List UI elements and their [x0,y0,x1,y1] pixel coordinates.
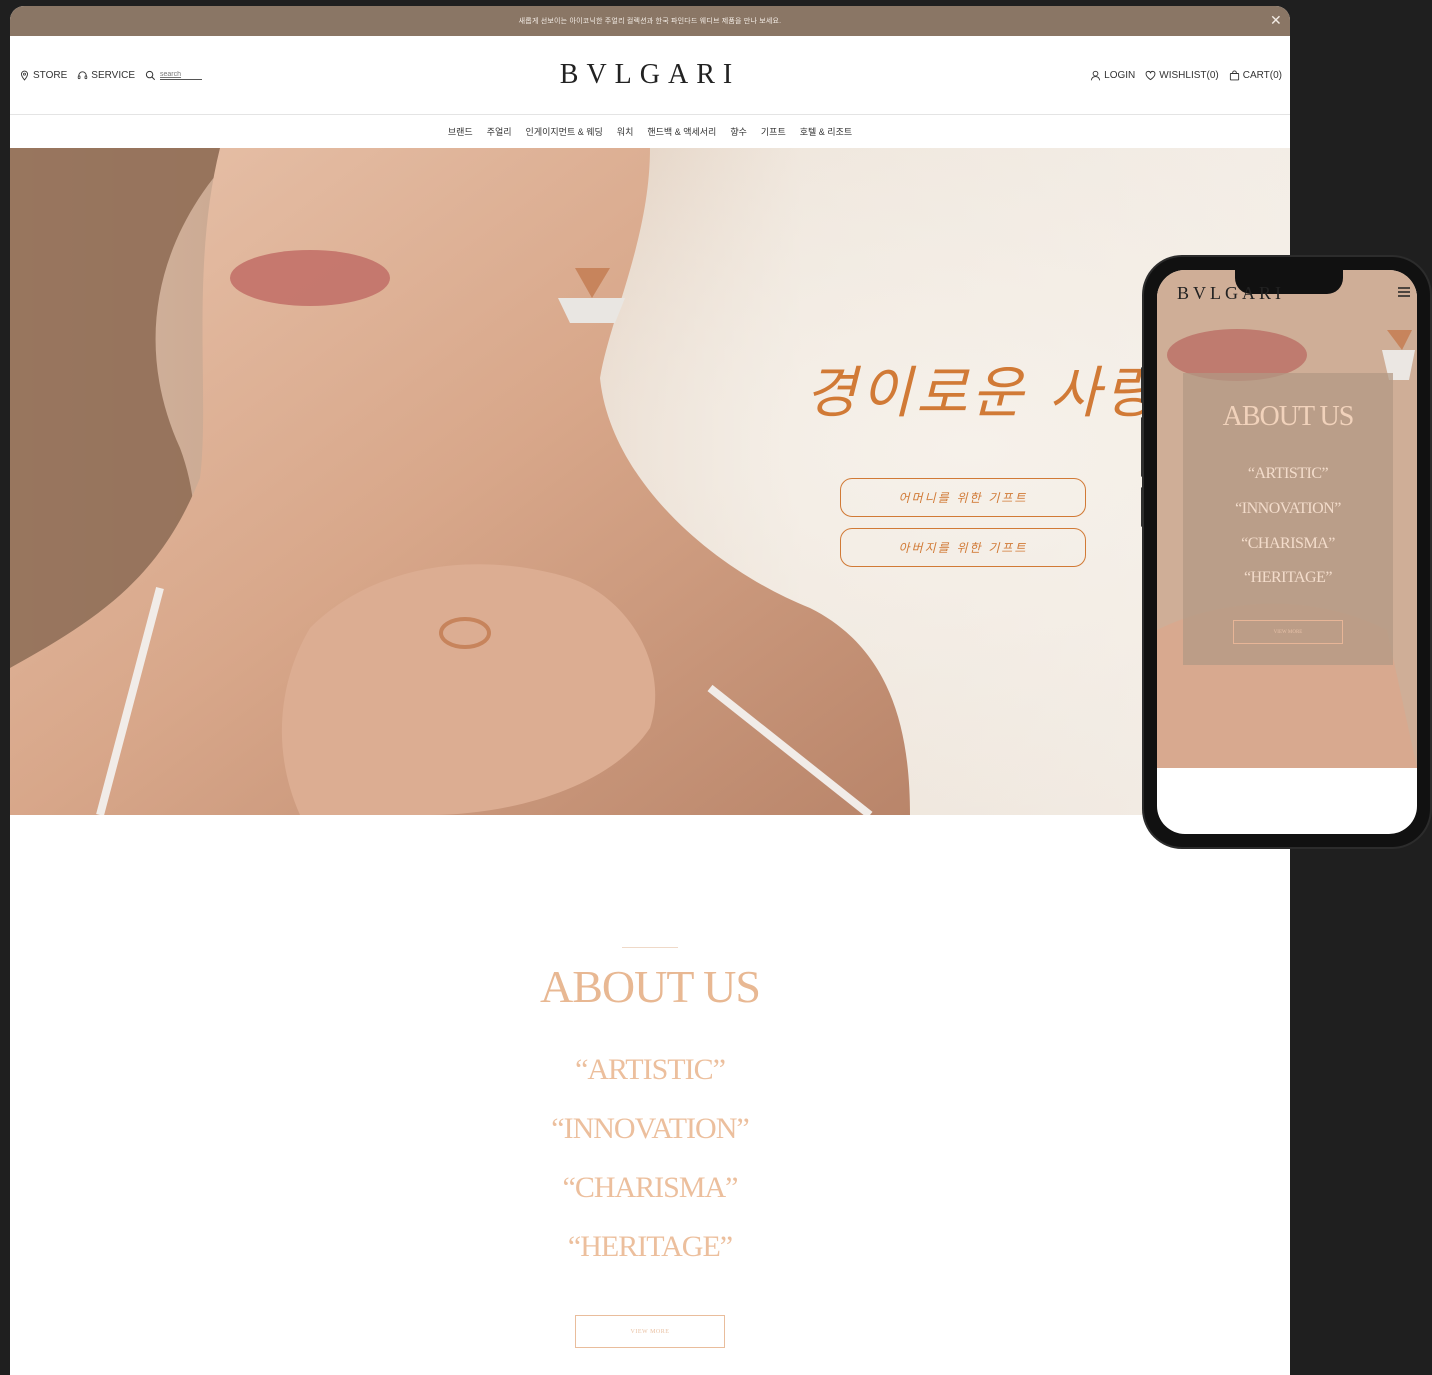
cart-label: CART(0) [1242,69,1282,81]
nav-item-watch[interactable]: 워치 [617,125,634,138]
phone-volume-down [1141,417,1144,477]
login-label: LOGIN [1104,69,1136,81]
close-icon[interactable]: ✕ [1268,12,1284,28]
search-input[interactable] [160,70,203,80]
search-box [145,70,203,81]
wishlist-link[interactable]: WISHLIST(0) [1145,69,1219,81]
nav-item-gift[interactable]: 기프트 [761,125,786,138]
login-link[interactable]: LOGIN [1090,70,1135,81]
store-label: STORE [33,69,68,81]
mobile-view-more-button[interactable]: VIEW MORE [1233,620,1343,644]
about-word-artistic: “ARTISTIC” [575,1053,726,1086]
store-link[interactable]: STORE [19,70,67,81]
mobile-word-innovation: “INNOVATION” [1235,500,1341,517]
view-more-button[interactable]: VIEW MORE [575,1315,725,1348]
hero-title: 경이로운 사랑 [805,361,1160,426]
announcement-text: 새롭게 선보이는 아이코닉한 주얼리 컬렉션과 한국 파인다드 웨디브 제품을 … [518,18,782,25]
location-pin-icon [21,70,28,81]
wishlist-label: WISHLIST(0) [1159,69,1219,81]
nav-item-hotel-resort[interactable]: 호텔 & 리조트 [800,125,852,138]
nav-item-engagement-wedding[interactable]: 인게이지먼트 & 웨딩 [526,125,603,138]
mother-gift-button[interactable]: 어머니를 위한 기프트 [840,478,1086,517]
hamburger-menu-icon[interactable] [1397,286,1411,298]
mobile-word-heritage: “HERITAGE” [1244,569,1332,586]
nav-item-brand[interactable]: 브랜드 [448,125,473,138]
shopping-bag-icon [1229,69,1239,80]
main-nav: 브랜드 주얼리 인게이지먼트 & 웨딩 워치 핸드백 & 액세서리 향수 기프트… [10,115,1290,148]
mobile-logo[interactable]: BVLGARI [1177,283,1285,304]
announcement-bar: 새롭게 선보이는 아이코닉한 주얼리 컬렉션과 한국 파인다드 웨디브 제품을 … [10,6,1290,36]
mobile-word-charisma: “CHARISMA” [1241,535,1335,552]
phone-side-button [1141,487,1144,527]
about-divider [622,947,678,948]
mobile-about-panel: ABOUT US “ARTISTIC” “INNOVATION” “CHARIS… [1183,373,1393,665]
about-section: ABOUT US “ARTISTIC” “INNOVATION” “CHARIS… [10,815,1290,1375]
hero-banner: 경이로운 사랑 어머니를 위한 기프트 아버지를 위한 기프트 [10,148,1290,815]
search-icon[interactable] [145,70,156,81]
service-link[interactable]: SERVICE [77,70,135,81]
headset-icon [78,70,88,79]
heart-icon [1145,70,1156,80]
phone-volume-up [1141,367,1144,403]
desktop-page: 새롭게 선보이는 아이코닉한 주얼리 컬렉션과 한국 파인다드 웨디브 제품을 … [10,6,1290,1375]
user-icon [1091,70,1101,80]
nav-item-jewelry[interactable]: 주얼리 [487,125,512,138]
nav-item-perfume[interactable]: 향수 [730,125,747,138]
header-left: STORE SERVICE [19,70,203,81]
nav-item-handbag-accessory[interactable]: 핸드백 & 액세서리 [647,125,716,138]
brand-logo[interactable]: BVLGARI [560,59,740,91]
phone-screen: BVLGARI ABOUT US “ARTISTIC” “INNOVATION”… [1157,270,1417,834]
mobile-word-artistic: “ARTISTIC” [1247,465,1329,482]
about-word-innovation: “INNOVATION” [551,1112,749,1145]
service-label: SERVICE [91,69,136,81]
cart-link[interactable]: CART(0) [1229,70,1282,81]
father-gift-button[interactable]: 아버지를 위한 기프트 [840,528,1086,567]
about-title: ABOUT US [540,961,761,1012]
about-word-charisma: “CHARISMA” [562,1171,739,1204]
header-right: LOGIN WISHLIST(0) CART(0) [1090,70,1282,81]
about-word-heritage: “HERITAGE” [567,1230,733,1263]
mobile-about-title: ABOUT US [1222,401,1355,432]
phone-mockup: BVLGARI ABOUT US “ARTISTIC” “INNOVATION”… [1141,257,1430,847]
site-header: STORE SERVICE BVLGARI LOGIN WISHLIST(0) [10,36,1290,115]
hero-model-image [10,148,1290,815]
